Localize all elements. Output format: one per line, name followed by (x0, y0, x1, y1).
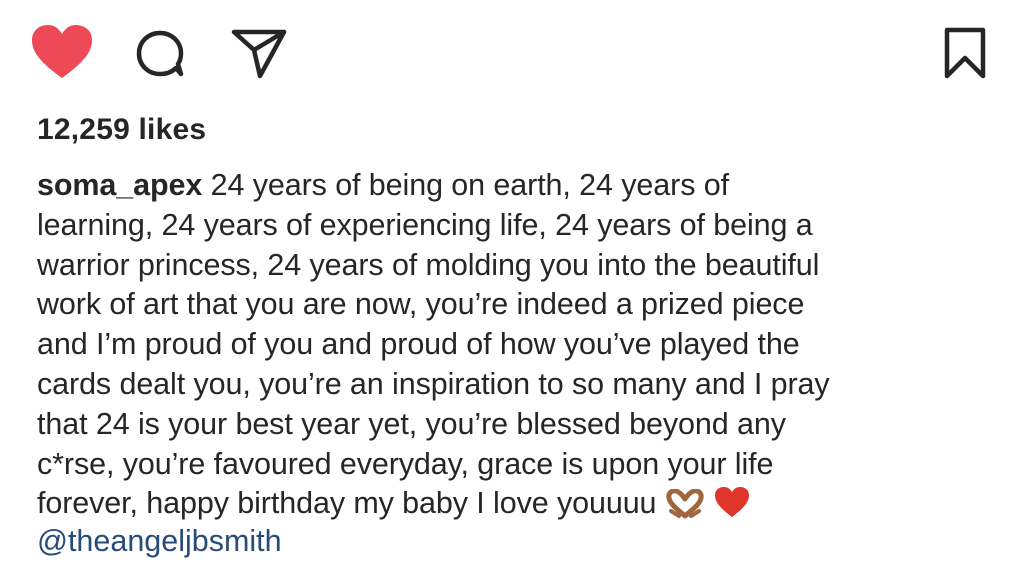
caption-line: warrior princess, 24 years of molding yo… (37, 247, 820, 282)
caption-line: work of art that you are now, you’re ind… (37, 287, 805, 322)
caption-line: and I’m proud of you and proud of how yo… (37, 327, 800, 362)
caption-line: forever, happy birthday my baby I love y… (37, 486, 657, 521)
red-heart-emoji (713, 485, 751, 530)
mention-link[interactable]: @theangeljbsmith (37, 524, 282, 559)
caption-line: that 24 is your best year yet, you’re bl… (37, 406, 786, 441)
post-action-bar (30, 22, 988, 82)
heart-hands-emoji (665, 488, 705, 530)
caption-line: learning, 24 years of experiencing life,… (37, 207, 813, 242)
comment-icon[interactable] (132, 26, 188, 82)
share-icon[interactable] (230, 26, 288, 80)
likes-count[interactable]: 12,259 likes (37, 113, 206, 147)
bookmark-icon[interactable] (942, 26, 988, 80)
caption-username[interactable]: soma_apex (37, 168, 202, 202)
caption-line: c*rse, you’re favoured everyday, grace i… (37, 446, 774, 481)
caption-line: cards dealt you, you’re an inspiration t… (37, 366, 830, 401)
heart-icon[interactable] (30, 24, 94, 80)
post-caption: soma_apex 24 years of being on earth, 24… (37, 166, 997, 530)
caption-line: 24 years of being on earth, 24 years of (210, 168, 729, 202)
